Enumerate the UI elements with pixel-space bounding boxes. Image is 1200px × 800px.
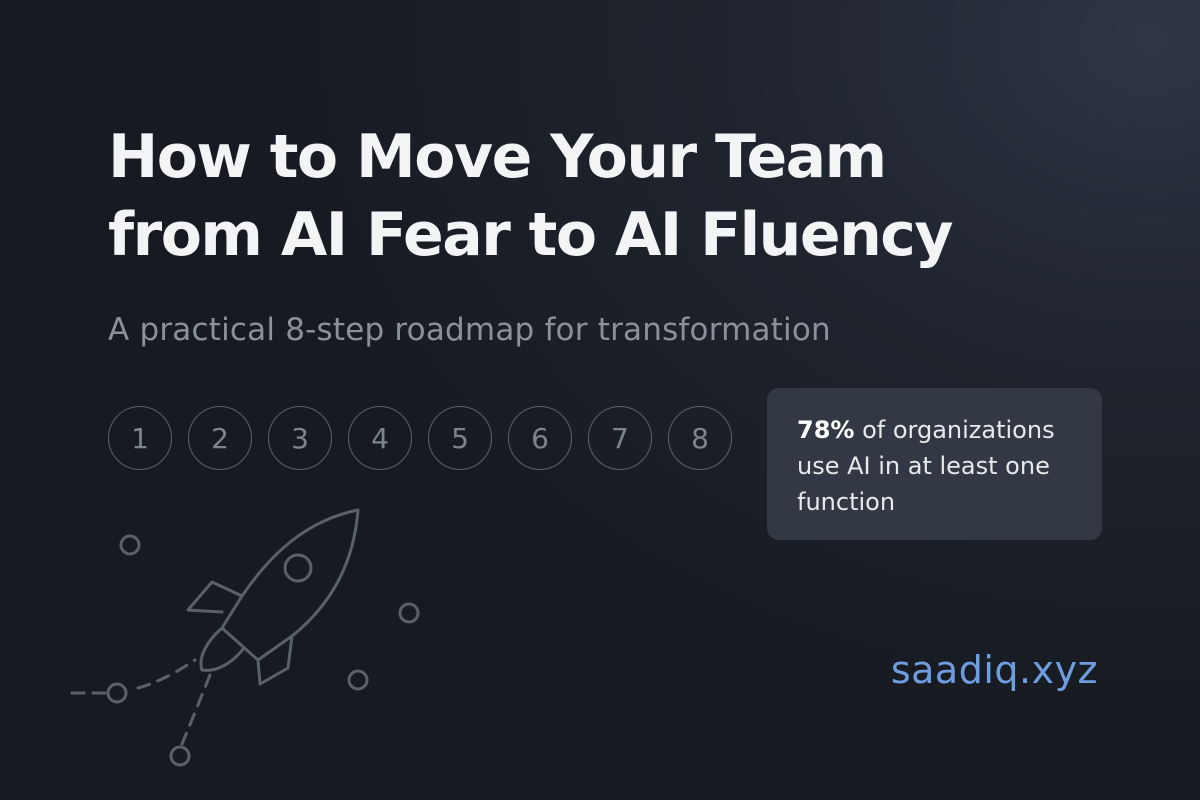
- rocket-flame: [199, 626, 246, 672]
- graphic-canvas: How to Move Your Team from AI Fear to AI…: [0, 0, 1200, 800]
- step-circle-6: 6: [508, 406, 572, 470]
- step-circle-3: 3: [268, 406, 332, 470]
- trail-dash: [136, 658, 197, 690]
- page-title: How to Move Your Team from AI Fear to AI…: [108, 118, 1108, 274]
- step-indicators: 1 2 3 4 5 6 7 8: [108, 406, 732, 470]
- step-circle-7: 7: [588, 406, 652, 470]
- rocket-window: [283, 553, 313, 583]
- stat-card: 78% of organizations use AI in at least …: [767, 388, 1102, 540]
- step-circle-5: 5: [428, 406, 492, 470]
- step-circle-1: 1: [108, 406, 172, 470]
- decor-dot: [119, 534, 141, 556]
- subtitle: A practical 8-step roadmap for transform…: [108, 312, 831, 348]
- brand-url: saadiq.xyz: [890, 648, 1098, 692]
- rocket-body: [220, 508, 360, 662]
- trail-dash: [180, 673, 212, 746]
- stat-value: 78%: [797, 416, 855, 444]
- title-line-2: from AI Fear to AI Fluency: [108, 200, 953, 270]
- trail-dot: [169, 745, 191, 767]
- rocket-icon: [70, 508, 420, 767]
- step-circle-2: 2: [188, 406, 252, 470]
- trail-dot: [106, 682, 128, 704]
- decor-dot: [347, 669, 369, 691]
- step-circle-4: 4: [348, 406, 412, 470]
- decor-dot: [398, 602, 420, 624]
- title-line-1: How to Move Your Team: [108, 122, 887, 192]
- step-circle-8: 8: [668, 406, 732, 470]
- rocket-fin-right: [256, 634, 294, 686]
